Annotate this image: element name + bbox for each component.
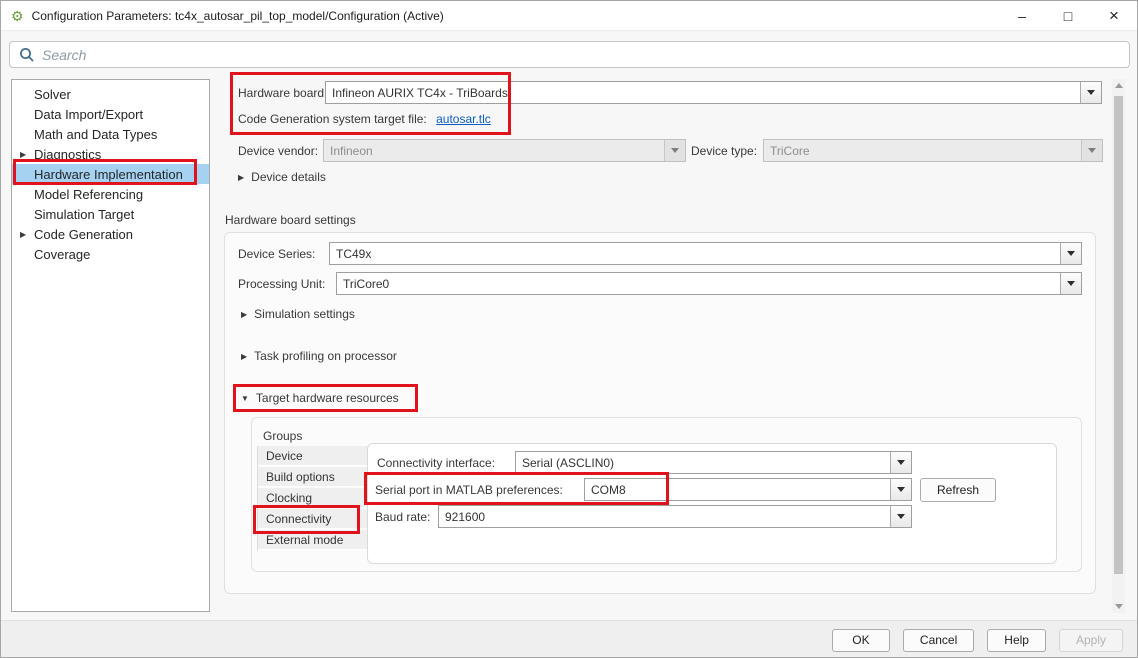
refresh-button[interactable]: Refresh — [920, 478, 996, 502]
sidebar-item-label: Hardware Implementation — [34, 167, 183, 182]
sidebar-item-math-and-data-types[interactable]: Math and Data Types — [12, 124, 209, 144]
title-bar: ⚙ Configuration Parameters: tc4x_autosar… — [1, 1, 1137, 31]
chevron-right-icon[interactable]: ▶ — [20, 230, 26, 239]
sidebar-item-label: Diagnostics — [34, 147, 101, 162]
group-item-device[interactable]: Device — [258, 446, 367, 466]
scrollbar-thumb[interactable] — [1114, 96, 1123, 574]
device-vendor-value: Infineon — [324, 144, 664, 158]
chevron-down-icon[interactable] — [890, 479, 911, 500]
sidebar-item-label: Simulation Target — [34, 207, 134, 222]
search-input[interactable] — [42, 47, 1129, 63]
gear-icon: ⚙ — [11, 9, 24, 23]
simulation-settings-label: Simulation settings — [254, 307, 355, 321]
search-icon — [19, 47, 35, 63]
group-item-external-mode[interactable]: External mode — [258, 530, 367, 550]
chevron-down-icon: ▼ — [241, 394, 249, 403]
sidebar-item-label: Math and Data Types — [34, 127, 157, 142]
baud-rate-label: Baud rate: — [375, 510, 430, 524]
maximize-button[interactable]: □ — [1045, 1, 1091, 30]
sidebar-item-label: Code Generation — [34, 227, 133, 242]
device-details-expander[interactable]: ▶ Device details — [238, 170, 326, 184]
close-button[interactable]: × — [1091, 1, 1137, 30]
serial-port-select[interactable]: COM8 — [584, 478, 912, 501]
target-file-row: Code Generation system target file: auto… — [238, 112, 491, 126]
group-item-build-options[interactable]: Build options — [258, 467, 367, 487]
processing-unit-label: Processing Unit: — [238, 277, 325, 291]
sidebar-item-hardware-implementation[interactable]: Hardware Implementation — [12, 164, 209, 184]
connectivity-interface-value: Serial (ASCLIN0) — [516, 456, 890, 470]
processing-unit-select[interactable]: TriCore0 — [336, 272, 1082, 295]
cancel-button[interactable]: Cancel — [903, 629, 974, 652]
window-controls: – □ × — [999, 1, 1137, 30]
chevron-down-icon[interactable] — [890, 452, 911, 473]
processing-unit-value: TriCore0 — [337, 277, 1060, 291]
device-type-select: TriCore — [763, 139, 1103, 162]
sidebar-item-label: Solver — [34, 87, 71, 102]
sidebar-item-diagnostics[interactable]: ▶ Diagnostics — [12, 144, 209, 164]
minimize-button[interactable]: – — [999, 1, 1045, 30]
dialog-footer: OK Cancel Help Apply — [1, 620, 1137, 658]
device-details-label: Device details — [251, 170, 326, 184]
groups-title: Groups — [263, 429, 302, 443]
sidebar-item-label: Data Import/Export — [34, 107, 143, 122]
target-file-link[interactable]: autosar.tlc — [436, 112, 491, 126]
baud-rate-value: 921600 — [439, 510, 890, 524]
connectivity-interface-select[interactable]: Serial (ASCLIN0) — [515, 451, 912, 474]
target-hardware-resources-label: Target hardware resources — [256, 391, 399, 405]
chevron-down-icon — [664, 140, 685, 161]
chevron-right-icon: ▶ — [241, 352, 247, 361]
chevron-down-icon[interactable] — [1060, 273, 1081, 294]
task-profiling-expander[interactable]: ▶ Task profiling on processor — [241, 349, 397, 363]
vertical-scrollbar[interactable] — [1112, 79, 1125, 613]
chevron-down-icon[interactable] — [1080, 82, 1101, 103]
search-bar — [9, 41, 1130, 68]
sidebar-item-label: Model Referencing — [34, 187, 143, 202]
window-title: Configuration Parameters: tc4x_autosar_p… — [32, 9, 444, 23]
group-item-connectivity[interactable]: Connectivity — [258, 509, 367, 529]
sidebar-item-label: Coverage — [34, 247, 90, 262]
target-hardware-resources-expander[interactable]: ▼ Target hardware resources — [241, 391, 399, 405]
baud-rate-select[interactable]: 921600 — [438, 505, 912, 528]
hardware-board-value: Infineon AURIX TC4x - TriBoards — [326, 86, 1080, 100]
target-file-label: Code Generation system target file: — [238, 112, 427, 126]
groups-list: Device Build options Clocking Connectivi… — [257, 446, 367, 551]
ok-button[interactable]: OK — [832, 629, 890, 652]
scroll-up-icon[interactable] — [1112, 79, 1125, 92]
simulation-settings-expander[interactable]: ▶ Simulation settings — [241, 307, 355, 321]
device-vendor-label: Device vendor: — [238, 144, 318, 158]
chevron-down-icon[interactable] — [890, 506, 911, 527]
sidebar-item-coverage[interactable]: Coverage — [12, 244, 209, 264]
chevron-down-icon — [1081, 140, 1102, 161]
serial-port-label: Serial port in MATLAB preferences: — [375, 483, 563, 497]
sidebar-item-model-referencing[interactable]: Model Referencing — [12, 184, 209, 204]
sidebar-tree: Solver Data Import/Export Math and Data … — [11, 79, 210, 612]
group-item-clocking[interactable]: Clocking — [258, 488, 367, 508]
sidebar-item-solver[interactable]: Solver — [12, 84, 209, 104]
chevron-right-icon: ▶ — [241, 310, 247, 319]
chevron-right-icon[interactable]: ▶ — [20, 150, 26, 159]
apply-button: Apply — [1059, 629, 1123, 652]
chevron-down-icon[interactable] — [1060, 243, 1081, 264]
device-series-select[interactable]: TC49x — [329, 242, 1082, 265]
chevron-right-icon: ▶ — [238, 173, 244, 182]
sidebar-item-simulation-target[interactable]: Simulation Target — [12, 204, 209, 224]
hardware-board-select[interactable]: Infineon AURIX TC4x - TriBoards — [325, 81, 1102, 104]
connectivity-interface-label: Connectivity interface: — [377, 456, 495, 470]
device-type-value: TriCore — [764, 144, 1081, 158]
device-type-label: Device type: — [691, 144, 757, 158]
hardware-board-settings-title: Hardware board settings — [225, 213, 356, 227]
help-button[interactable]: Help — [987, 629, 1046, 652]
sidebar-item-data-import-export[interactable]: Data Import/Export — [12, 104, 209, 124]
device-series-label: Device Series: — [238, 247, 315, 261]
device-series-value: TC49x — [330, 247, 1060, 261]
scroll-down-icon[interactable] — [1112, 600, 1125, 613]
sidebar-item-code-generation[interactable]: ▶ Code Generation — [12, 224, 209, 244]
task-profiling-label: Task profiling on processor — [254, 349, 397, 363]
device-vendor-select: Infineon — [323, 139, 686, 162]
configuration-parameters-dialog: ⚙ Configuration Parameters: tc4x_autosar… — [0, 0, 1138, 658]
serial-port-value: COM8 — [585, 483, 890, 497]
hardware-board-label: Hardware board: — [238, 86, 327, 100]
